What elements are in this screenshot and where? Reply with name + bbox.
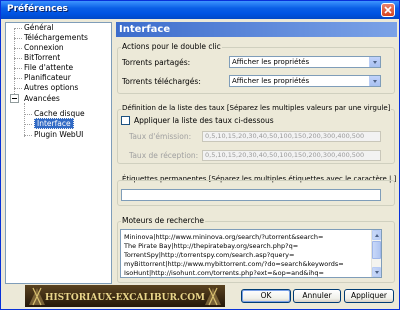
vertical-scrollbar[interactable] [371, 230, 381, 277]
arrow-up-icon [375, 234, 379, 237]
tree-connector [14, 58, 22, 59]
tree-item-label: BitTorrent [24, 53, 61, 62]
banner-text: HISTORIAUX-EXCALIBUR.COM [45, 293, 205, 303]
tree-item-scheduler[interactable]: Planificateur [24, 73, 71, 83]
shared-torrents-select[interactable]: Afficher les propriétés [229, 56, 381, 68]
tree-connector [24, 135, 32, 136]
tree-connector [14, 28, 22, 29]
download-rate-label: Taux de réception: [129, 151, 199, 160]
apply-rates-label[interactable]: Appliquer la liste des taux ci-dessous [134, 116, 274, 125]
upload-rate-label: Taux d'émission: [129, 132, 192, 141]
preferences-window: Préférences Général Téléchargements Conn… [0, 0, 400, 310]
tree-item-advanced[interactable]: Avancées [24, 94, 60, 104]
dropdown-arrow-icon[interactable] [369, 57, 380, 67]
download-rate-input[interactable]: 0,5,10,15,20,30,40,50,100,150,200,300,40… [202, 150, 381, 161]
tree-item-label: Plugin WebUI [34, 130, 84, 139]
tree-item-label: Autres options [24, 83, 79, 92]
tree-connector [24, 114, 32, 115]
tree-connector [14, 88, 22, 89]
tree-item-general[interactable]: Général [24, 23, 54, 33]
tree-connector [14, 78, 22, 79]
shared-torrents-label: Torrents partagés: [122, 58, 191, 67]
arrow-down-icon [375, 271, 379, 274]
list-item: The Pirate Bay|http://thepiratebay.org/s… [124, 242, 299, 250]
tree-item-label: Cache disque [34, 109, 85, 118]
category-tree[interactable]: Général Téléchargements Connexion BitTor… [5, 22, 112, 284]
tree-item-label: Général [24, 23, 54, 32]
tree-item-bittorrent[interactable]: BitTorrent [24, 53, 60, 63]
tree-connector [24, 124, 32, 125]
search-engines-list[interactable]: Mininova|http://www.mininova.org/search/… [120, 229, 382, 278]
apply-button[interactable]: Appliquer [344, 289, 394, 303]
tree-item-connection[interactable]: Connexion [24, 43, 64, 53]
banner-image: HISTORIAUX-EXCALIBUR.COM [25, 285, 225, 307]
cancel-button[interactable]: Annuler [293, 289, 341, 303]
tree-item-other-options[interactable]: Autres options [24, 83, 78, 93]
tree-connector [14, 48, 22, 49]
tree-connector [14, 68, 22, 69]
dropdown-arrow-icon[interactable] [369, 76, 380, 86]
tree-item-label: Connexion [24, 43, 64, 52]
tree-item-label: Planificateur [24, 73, 71, 82]
scroll-down-button[interactable] [372, 267, 381, 277]
group-title: Moteurs de recherche [121, 216, 205, 225]
tree-item-label: Téléchargements [24, 33, 88, 42]
list-item: IsoHunt|http://isohunt.com/torrents.php?… [124, 269, 324, 277]
collapse-toggle[interactable] [10, 94, 19, 103]
scroll-thumb[interactable] [372, 241, 381, 259]
tree-item-label: Avancées [24, 94, 60, 103]
tree-item-webui-plugin[interactable]: Plugin WebUI [34, 130, 83, 140]
close-icon [384, 6, 392, 14]
apply-rates-checkbox[interactable] [121, 116, 130, 125]
group-title: Définition de la liste des taux [Séparez… [121, 104, 392, 112]
page-title: Interface [116, 22, 397, 37]
downloaded-torrents-label: Torrents téléchargés: [122, 77, 201, 86]
ok-button[interactable]: OK [241, 289, 291, 303]
downloaded-torrents-select[interactable]: Afficher les propriétés [229, 75, 381, 87]
select-value: Afficher les propriétés [232, 77, 310, 85]
watermark-banner: HISTORIAUX-EXCALIBUR.COM [25, 285, 225, 307]
tree-connector [24, 103, 25, 137]
close-button[interactable] [381, 3, 395, 17]
tree-item-queue[interactable]: File d'attente [24, 63, 73, 73]
list-item: Mininova|http://www.mininova.org/search/… [124, 233, 324, 241]
group-title: Actions pour le double clic [121, 42, 222, 51]
select-value: Afficher les propriétés [232, 58, 310, 66]
upload-rate-input[interactable]: 0,5,10,15,20,30,40,50,100,150,200,300,40… [202, 131, 381, 142]
permanent-labels-input[interactable] [121, 189, 381, 201]
window-title: Préférences [7, 4, 68, 14]
title-bar[interactable]: Préférences [1, 1, 399, 19]
scroll-up-button[interactable] [372, 230, 381, 240]
list-item: TorrentSpy|http://torrentspy.com/search.… [124, 251, 295, 259]
tree-item-label: Interface [34, 118, 74, 129]
list-item: myBittorrent|http://www.mybittorrent.com… [124, 260, 344, 268]
tree-item-label: File d'attente [24, 63, 74, 72]
tree-item-downloads[interactable]: Téléchargements [24, 33, 88, 43]
tree-connector [14, 38, 22, 39]
tree-item-interface[interactable]: Interface [34, 118, 74, 129]
